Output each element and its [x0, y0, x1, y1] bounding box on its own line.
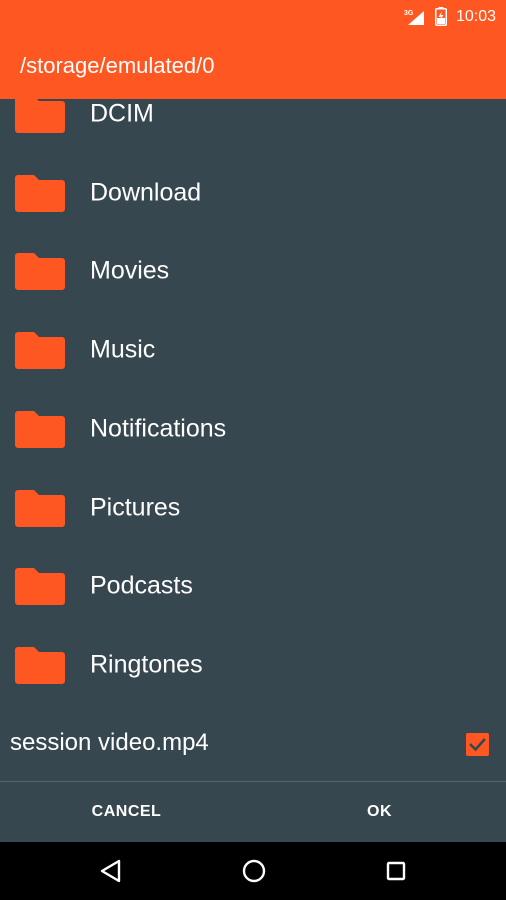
folder-icon	[14, 330, 66, 370]
list-item-notifications[interactable]: Notifications	[0, 390, 506, 468]
file-name: session video.mp4	[10, 729, 209, 756]
navigation-bar	[0, 842, 506, 900]
folder-list[interactable]: DCIM Download Movies Music Notifications…	[0, 99, 506, 705]
ok-button[interactable]: OK	[253, 782, 506, 842]
folder-label: Music	[90, 335, 156, 364]
selected-file-row[interactable]: session video.mp4	[0, 705, 506, 781]
file-checkbox[interactable]	[466, 733, 489, 756]
folder-icon	[14, 409, 66, 449]
folder-icon	[14, 645, 66, 685]
list-item-ringtones[interactable]: Ringtones	[0, 626, 506, 704]
list-item-music[interactable]: Music	[0, 311, 506, 389]
home-icon[interactable]	[239, 856, 269, 886]
folder-label: Ringtones	[90, 650, 203, 679]
battery-icon	[434, 7, 447, 26]
dialog-button-bar: CANCEL OK	[0, 782, 506, 842]
list-item-podcasts[interactable]: Podcasts	[0, 547, 506, 625]
toolbar: /storage/emulated/0	[0, 33, 506, 99]
folder-icon	[14, 488, 66, 528]
folder-label: DCIM	[90, 99, 154, 128]
back-icon[interactable]	[96, 856, 126, 886]
folder-label: Movies	[90, 256, 170, 285]
clock: 10:03	[455, 7, 496, 25]
folder-label: Podcasts	[90, 571, 193, 600]
list-item-dcim[interactable]: DCIM	[0, 99, 506, 153]
folder-icon	[14, 251, 66, 291]
folder-icon	[14, 566, 66, 606]
status-bar: 3G 10:03	[0, 0, 506, 33]
cancel-button[interactable]: CANCEL	[0, 782, 253, 842]
folder-icon	[14, 99, 66, 134]
folder-label: Download	[90, 178, 202, 207]
folder-label: Pictures	[90, 493, 181, 522]
recents-icon[interactable]	[381, 856, 411, 886]
checkmark-icon	[469, 738, 486, 752]
folder-icon	[14, 173, 66, 213]
svg-text:3G: 3G	[404, 10, 414, 17]
list-item-download[interactable]: Download	[0, 154, 506, 232]
signal-icon: 3G	[404, 8, 426, 26]
list-item-movies[interactable]: Movies	[0, 232, 506, 310]
folder-label: Notifications	[90, 414, 227, 443]
list-item-pictures[interactable]: Pictures	[0, 469, 506, 547]
current-path-title: /storage/emulated/0	[20, 53, 215, 78]
